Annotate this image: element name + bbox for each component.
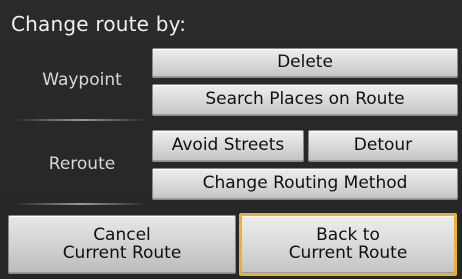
divider-waypoint (17, 119, 145, 121)
change-routing-method-button[interactable]: Change Routing Method (152, 168, 458, 200)
waypoint-label: Waypoint (42, 70, 122, 90)
delete-button[interactable]: Delete (152, 48, 458, 78)
divider-reroute (17, 203, 145, 205)
cancel-current-route-button[interactable]: Cancel Current Route (8, 215, 236, 274)
detour-button[interactable]: Detour (308, 130, 458, 162)
back-to-current-route-button[interactable]: Back to Current Route (239, 213, 457, 276)
screen-title: Change route by: (11, 12, 187, 36)
avoid-streets-button[interactable]: Avoid Streets (152, 130, 304, 162)
change-route-screen: Change route by: Waypoint Delete Search … (0, 0, 462, 279)
search-places-on-route-button[interactable]: Search Places on Route (152, 84, 458, 116)
reroute-label: Reroute (48, 154, 116, 174)
